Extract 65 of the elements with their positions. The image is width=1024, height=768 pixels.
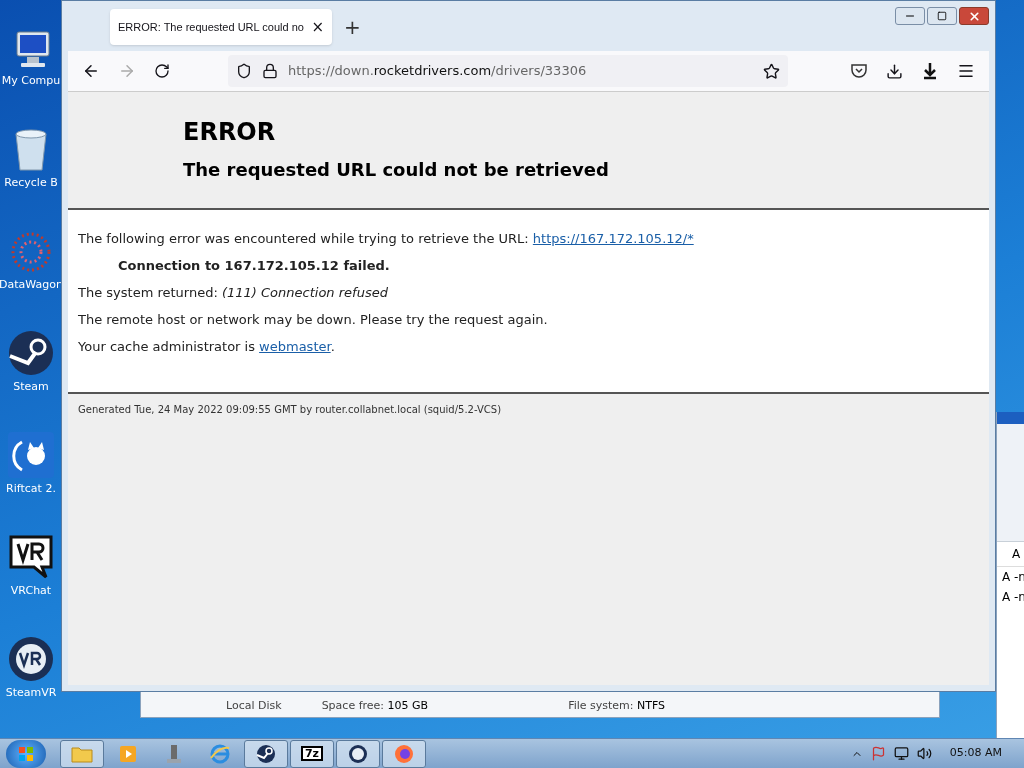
desktop-icon-label[interactable]: My Compu — [1, 74, 61, 88]
close-button[interactable] — [959, 7, 989, 25]
recycle-bin-icon — [13, 128, 49, 173]
webmaster-link[interactable]: webmaster — [259, 339, 331, 354]
error-heading: ERROR — [183, 117, 277, 147]
back-icon[interactable] — [82, 62, 100, 80]
lock-icon[interactable] — [262, 63, 278, 79]
close-icon — [967, 9, 981, 23]
volume-icon[interactable] — [916, 746, 932, 761]
reload-icon[interactable] — [154, 63, 170, 79]
vr-circle-icon — [8, 636, 54, 683]
maximize-icon — [937, 11, 947, 21]
vr-circle-icon — [348, 743, 368, 764]
space-label: Space free: 105 GB — [321, 697, 429, 714]
desktop-icon-label[interactable]: Steam — [13, 380, 49, 394]
steam-icon — [256, 743, 276, 764]
browser-tab[interactable]: ERROR: The requested URL could no × — [110, 9, 332, 45]
column-header[interactable]: A — [997, 542, 1024, 567]
error-description: The following error was encountered while trying to retrieve the URL: https://167.172.105.12/* — [78, 230, 695, 248]
windows-logo-icon — [18, 745, 34, 762]
download-bold-icon[interactable] — [921, 62, 939, 80]
desktop-icon-label[interactable]: SteamVR — [5, 686, 57, 700]
desktop-icon-label[interactable]: VRChat — [10, 584, 52, 598]
network-icon[interactable] — [893, 746, 909, 761]
list-item[interactable]: A -n — [997, 587, 1024, 607]
url-link[interactable]: https://167.172.105.12/* — [532, 231, 694, 246]
flag-icon[interactable] — [870, 746, 886, 761]
address-bar[interactable]: https://down.rocketdrivers.com/drivers/33306 — [228, 55, 788, 87]
drive-name: Local Disk — [226, 697, 282, 714]
failure-message: Connection to 167.172.105.12 failed. — [117, 257, 391, 275]
bookmark-star-icon[interactable] — [763, 62, 780, 80]
pocket-icon[interactable] — [850, 62, 868, 80]
shield-icon[interactable] — [236, 63, 252, 79]
admin-text: Your cache administrator is webmaster. — [78, 338, 336, 356]
device-icon — [166, 743, 182, 764]
fox-globe-icon — [394, 743, 414, 764]
maximize-button[interactable] — [927, 7, 957, 25]
speech-bubble-icon — [8, 534, 54, 581]
taskbar-button[interactable] — [336, 739, 380, 768]
archive-icon: 7z — [300, 746, 324, 761]
url-text: https://down.rocketdrivers.com/drivers/33306 — [288, 62, 588, 81]
play-icon — [119, 744, 137, 763]
folder-icon — [71, 744, 93, 763]
taskbar-button[interactable]: 7z — [290, 739, 334, 768]
clock[interactable]: 05:08 AM — [949, 745, 1002, 762]
list-item[interactable]: A -n — [997, 567, 1024, 587]
file-system-label: File system: NTFS — [568, 697, 666, 714]
browser-e-icon — [210, 743, 230, 764]
footer-text: Generated Tue, 24 May 2022 09:09:55 GMT by router.collabnet.local (squid/5.2-VCS) — [77, 403, 503, 417]
cat-icon — [8, 432, 54, 479]
desktop-icon-label[interactable]: DataWagon — [0, 278, 63, 292]
tab-title: ERROR: The requested URL could no — [118, 19, 304, 35]
desktop-icon-label[interactable]: Recycle B — [4, 176, 58, 190]
system-message: The system returned: (111) Connection refused — [78, 284, 389, 302]
menu-icon[interactable] — [957, 62, 975, 80]
start-button[interactable] — [6, 739, 46, 768]
advice-text: The remote host or network may be down. Please try the request again. — [78, 311, 549, 329]
taskbar-button[interactable] — [244, 739, 288, 768]
download-icon[interactable] — [886, 62, 903, 80]
steam-icon — [8, 330, 54, 377]
desktop-icon-label[interactable]: Riftcat 2. — [6, 482, 56, 496]
new-tab-button[interactable]: + — [344, 17, 361, 37]
minimize-button[interactable] — [895, 7, 925, 25]
error-subheading: The requested URL could not be retrieved — [183, 159, 610, 182]
tab-close-button[interactable]: × — [311, 19, 324, 35]
